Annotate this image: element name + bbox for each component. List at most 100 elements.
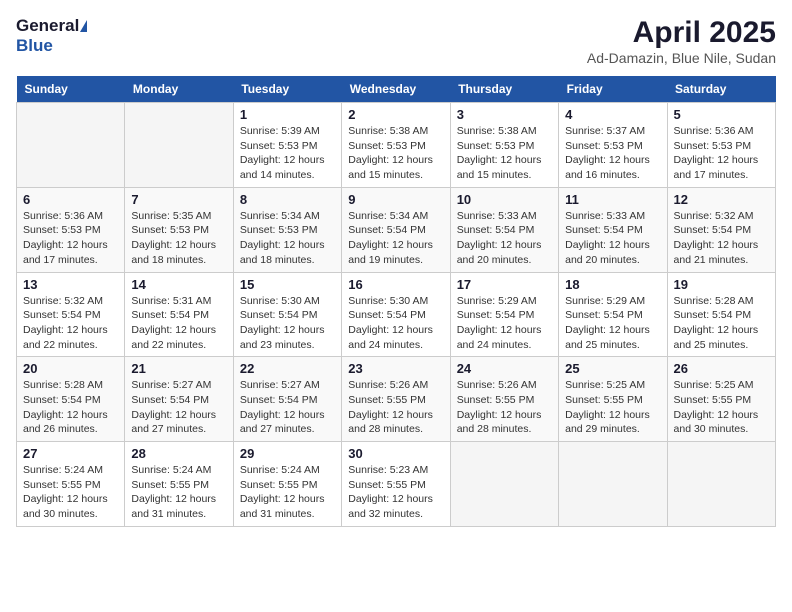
- day-info: Sunrise: 5:30 AMSunset: 5:54 PMDaylight:…: [240, 294, 335, 353]
- week-row-1: 1Sunrise: 5:39 AMSunset: 5:53 PMDaylight…: [17, 103, 776, 188]
- day-info: Sunrise: 5:39 AMSunset: 5:53 PMDaylight:…: [240, 124, 335, 183]
- day-number: 20: [23, 361, 118, 376]
- day-number: 28: [131, 446, 226, 461]
- calendar-cell: 30Sunrise: 5:23 AMSunset: 5:55 PMDayligh…: [342, 442, 450, 527]
- day-info: Sunrise: 5:30 AMSunset: 5:54 PMDaylight:…: [348, 294, 443, 353]
- calendar-cell: 16 Sunrise: 5:30 AMSunset: 5:54 PMDayligh…: [342, 272, 450, 357]
- week-row-2: 6 Sunrise: 5:36 AMSunset: 5:53 PMDaylight…: [17, 187, 776, 272]
- day-header-wednesday: Wednesday: [342, 76, 450, 103]
- calendar-cell: 12 Sunrise: 5:32 AMSunset: 5:54 PMDayligh…: [667, 187, 775, 272]
- calendar-cell: 24 Sunrise: 5:26 AMSunset: 5:55 PMDayligh…: [450, 357, 558, 442]
- day-info: Sunrise: 5:27 AMSunset: 5:54 PMDaylight:…: [131, 378, 226, 437]
- day-header-friday: Friday: [559, 76, 667, 103]
- calendar-cell: 8Sunrise: 5:34 AMSunset: 5:53 PMDaylight…: [233, 187, 341, 272]
- day-number: 6: [23, 192, 118, 207]
- month-title: April 2025: [587, 16, 776, 50]
- calendar-cell: 2 Sunrise: 5:38 AMSunset: 5:53 PMDaylight…: [342, 103, 450, 188]
- day-number: 26: [674, 361, 769, 376]
- day-number: 23: [348, 361, 443, 376]
- calendar-cell: [125, 103, 233, 188]
- logo: General Blue: [16, 16, 87, 56]
- calendar-cell: 28 Sunrise: 5:24 AMSunset: 5:55 PMDayligh…: [125, 442, 233, 527]
- calendar-cell: [450, 442, 558, 527]
- week-row-3: 13Sunrise: 5:32 AMSunset: 5:54 PMDayligh…: [17, 272, 776, 357]
- day-info: Sunrise: 5:25 AMSunset: 5:55 PMDaylight:…: [674, 378, 769, 437]
- calendar-cell: 7 Sunrise: 5:35 AMSunset: 5:53 PMDaylight…: [125, 187, 233, 272]
- calendar-cell: 9 Sunrise: 5:34 AMSunset: 5:54 PMDaylight…: [342, 187, 450, 272]
- calendar-cell: 27 Sunrise: 5:24 AMSunset: 5:55 PMDayligh…: [17, 442, 125, 527]
- day-number: 9: [348, 192, 443, 207]
- day-number: 12: [674, 192, 769, 207]
- calendar: SundayMondayTuesdayWednesdayThursdayFrid…: [16, 76, 776, 527]
- calendar-cell: 15 Sunrise: 5:30 AMSunset: 5:54 PMDayligh…: [233, 272, 341, 357]
- calendar-cell: 4Sunrise: 5:37 AMSunset: 5:53 PMDaylight…: [559, 103, 667, 188]
- day-number: 15: [240, 277, 335, 292]
- calendar-cell: 29Sunrise: 5:24 AMSunset: 5:55 PMDayligh…: [233, 442, 341, 527]
- day-info: Sunrise: 5:32 AMSunset: 5:54 PMDaylight:…: [23, 294, 118, 353]
- location-title: Ad-Damazin, Blue Nile, Sudan: [587, 50, 776, 66]
- day-number: 22: [240, 361, 335, 376]
- day-header-monday: Monday: [125, 76, 233, 103]
- calendar-cell: [17, 103, 125, 188]
- calendar-cell: 13Sunrise: 5:32 AMSunset: 5:54 PMDayligh…: [17, 272, 125, 357]
- calendar-cell: 18 Sunrise: 5:29 AMSunset: 5:54 PMDayligh…: [559, 272, 667, 357]
- calendar-cell: 10 Sunrise: 5:33 AMSunset: 5:54 PMDayligh…: [450, 187, 558, 272]
- calendar-cell: 11Sunrise: 5:33 AMSunset: 5:54 PMDayligh…: [559, 187, 667, 272]
- calendar-cell: 3Sunrise: 5:38 AMSunset: 5:53 PMDaylight…: [450, 103, 558, 188]
- day-info: Sunrise: 5:38 AMSunset: 5:53 PMDaylight:…: [348, 124, 443, 183]
- day-info: Sunrise: 5:28 AMSunset: 5:54 PMDaylight:…: [23, 378, 118, 437]
- day-number: 7: [131, 192, 226, 207]
- logo-general: General: [16, 16, 79, 36]
- day-header-thursday: Thursday: [450, 76, 558, 103]
- calendar-cell: 26 Sunrise: 5:25 AMSunset: 5:55 PMDayligh…: [667, 357, 775, 442]
- day-info: Sunrise: 5:29 AMSunset: 5:54 PMDaylight:…: [457, 294, 552, 353]
- day-info: Sunrise: 5:24 AMSunset: 5:55 PMDaylight:…: [240, 463, 335, 522]
- day-number: 8: [240, 192, 335, 207]
- calendar-cell: 25Sunrise: 5:25 AMSunset: 5:55 PMDayligh…: [559, 357, 667, 442]
- day-info: Sunrise: 5:36 AMSunset: 5:53 PMDaylight:…: [23, 209, 118, 268]
- day-info: Sunrise: 5:26 AMSunset: 5:55 PMDaylight:…: [457, 378, 552, 437]
- calendar-cell: 22Sunrise: 5:27 AMSunset: 5:54 PMDayligh…: [233, 357, 341, 442]
- calendar-cell: 1Sunrise: 5:39 AMSunset: 5:53 PMDaylight…: [233, 103, 341, 188]
- week-row-4: 20 Sunrise: 5:28 AMSunset: 5:54 PMDayligh…: [17, 357, 776, 442]
- logo-blue: Blue: [16, 36, 53, 55]
- title-area: April 2025 Ad-Damazin, Blue Nile, Sudan: [587, 16, 776, 66]
- day-info: Sunrise: 5:35 AMSunset: 5:53 PMDaylight:…: [131, 209, 226, 268]
- calendar-cell: 20 Sunrise: 5:28 AMSunset: 5:54 PMDayligh…: [17, 357, 125, 442]
- day-info: Sunrise: 5:29 AMSunset: 5:54 PMDaylight:…: [565, 294, 660, 353]
- day-header-saturday: Saturday: [667, 76, 775, 103]
- calendar-cell: 23 Sunrise: 5:26 AMSunset: 5:55 PMDayligh…: [342, 357, 450, 442]
- day-number: 2: [348, 107, 443, 122]
- day-number: 30: [348, 446, 443, 461]
- day-info: Sunrise: 5:24 AMSunset: 5:55 PMDaylight:…: [23, 463, 118, 522]
- calendar-cell: 19 Sunrise: 5:28 AMSunset: 5:54 PMDayligh…: [667, 272, 775, 357]
- day-number: 27: [23, 446, 118, 461]
- day-number: 21: [131, 361, 226, 376]
- day-number: 18: [565, 277, 660, 292]
- week-row-5: 27 Sunrise: 5:24 AMSunset: 5:55 PMDayligh…: [17, 442, 776, 527]
- header: General Blue April 2025 Ad-Damazin, Blue…: [16, 16, 776, 66]
- day-info: Sunrise: 5:36 AMSunset: 5:53 PMDaylight:…: [674, 124, 769, 183]
- day-number: 19: [674, 277, 769, 292]
- day-header-tuesday: Tuesday: [233, 76, 341, 103]
- day-info: Sunrise: 5:34 AMSunset: 5:54 PMDaylight:…: [348, 209, 443, 268]
- day-info: Sunrise: 5:32 AMSunset: 5:54 PMDaylight:…: [674, 209, 769, 268]
- day-info: Sunrise: 5:33 AMSunset: 5:54 PMDaylight:…: [457, 209, 552, 268]
- calendar-cell: 21 Sunrise: 5:27 AMSunset: 5:54 PMDayligh…: [125, 357, 233, 442]
- day-header-sunday: Sunday: [17, 76, 125, 103]
- calendar-cell: 14Sunrise: 5:31 AMSunset: 5:54 PMDayligh…: [125, 272, 233, 357]
- day-number: 10: [457, 192, 552, 207]
- calendar-cell: [559, 442, 667, 527]
- day-info: Sunrise: 5:26 AMSunset: 5:55 PMDaylight:…: [348, 378, 443, 437]
- day-info: Sunrise: 5:28 AMSunset: 5:54 PMDaylight:…: [674, 294, 769, 353]
- day-info: Sunrise: 5:24 AMSunset: 5:55 PMDaylight:…: [131, 463, 226, 522]
- day-number: 11: [565, 192, 660, 207]
- day-number: 16: [348, 277, 443, 292]
- calendar-cell: 5 Sunrise: 5:36 AMSunset: 5:53 PMDaylight…: [667, 103, 775, 188]
- day-number: 5: [674, 107, 769, 122]
- day-info: Sunrise: 5:38 AMSunset: 5:53 PMDaylight:…: [457, 124, 552, 183]
- day-info: Sunrise: 5:25 AMSunset: 5:55 PMDaylight:…: [565, 378, 660, 437]
- calendar-cell: [667, 442, 775, 527]
- day-number: 24: [457, 361, 552, 376]
- day-number: 14: [131, 277, 226, 292]
